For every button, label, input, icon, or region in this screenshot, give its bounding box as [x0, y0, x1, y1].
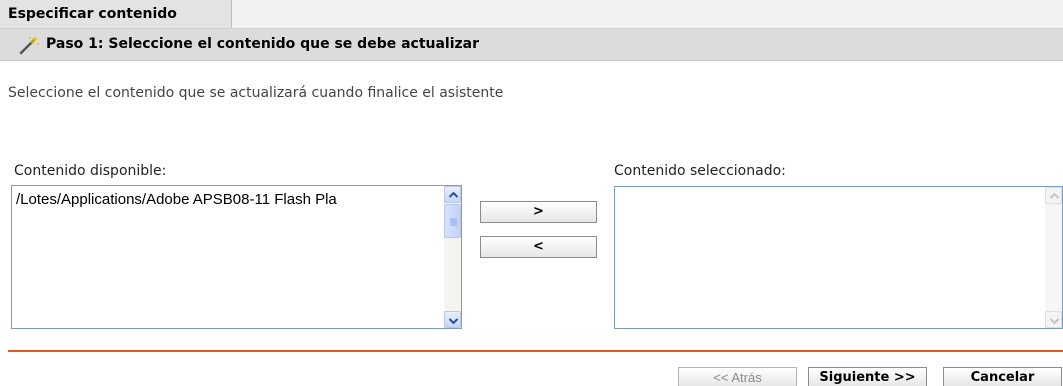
available-list-scrollbar[interactable]: [444, 186, 461, 328]
scroll-up-button[interactable]: [444, 186, 461, 203]
cancel-button[interactable]: Cancelar: [943, 367, 1062, 386]
scroll-down-button[interactable]: [444, 311, 461, 328]
scroll-down-button: [1045, 311, 1062, 328]
footer-divider: [8, 350, 1063, 352]
chevron-down-icon: [1049, 318, 1060, 325]
step-header: Paso 1: Seleccione el contenido que se d…: [0, 29, 1063, 61]
available-content-list[interactable]: /Lotes/Applications/Adobe APSB08-11 Flas…: [11, 185, 462, 329]
tab-bar: Especificar contenido: [0, 0, 1063, 29]
next-button[interactable]: Siguiente >>: [808, 367, 927, 386]
wizard-page: Especificar contenido Paso 1: Seleccione…: [0, 0, 1063, 386]
scroll-thumb[interactable]: [444, 204, 461, 238]
available-content-label: Contenido disponible:: [14, 163, 167, 179]
list-item[interactable]: /Lotes/Applications/Adobe APSB08-11 Flas…: [16, 191, 434, 208]
scroll-up-button: [1045, 187, 1062, 204]
step-title: Paso 1: Seleccione el contenido que se d…: [46, 36, 480, 52]
add-content-button[interactable]: >: [480, 201, 597, 223]
chevron-down-icon: [448, 318, 459, 325]
instruction-text: Seleccione el contenido que se actualiza…: [8, 85, 504, 101]
back-button[interactable]: << Atrás: [678, 367, 797, 386]
selected-content-label: Contenido seleccionado:: [614, 163, 786, 179]
chevron-up-icon: [448, 191, 459, 198]
selected-list-scrollbar: [1045, 187, 1062, 328]
magic-wand-icon: [18, 35, 40, 55]
remove-content-button[interactable]: <: [480, 236, 597, 258]
grip-icon: [450, 218, 457, 226]
selected-content-list[interactable]: [614, 186, 1063, 329]
chevron-up-icon: [1049, 192, 1060, 199]
tab-specify-content[interactable]: Especificar contenido: [0, 0, 232, 28]
